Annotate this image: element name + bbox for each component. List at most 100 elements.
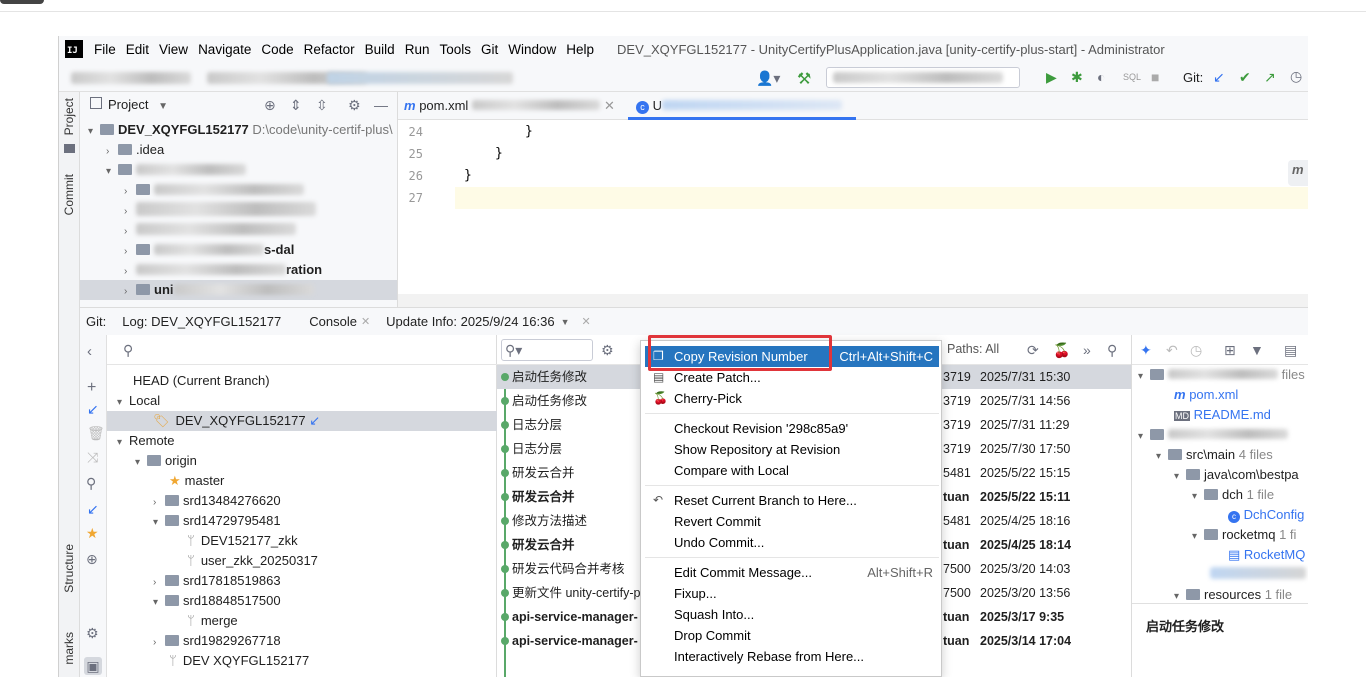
git-commit-icon[interactable]: ✔ xyxy=(1239,69,1251,86)
code-line[interactable]: } xyxy=(464,168,472,183)
back-icon[interactable]: ‹ xyxy=(87,343,92,360)
menu-navigate[interactable]: Navigate xyxy=(193,42,256,57)
menu-undo-commit[interactable]: Undo Commit... xyxy=(645,532,939,553)
commit-tool-tab[interactable]: Commit xyxy=(62,174,76,215)
branch-master[interactable]: ★ master xyxy=(169,471,224,491)
user-icon[interactable]: 👤▾ xyxy=(756,70,780,87)
menu-help[interactable]: Help xyxy=(561,42,599,57)
fetch-icon[interactable]: ↙ xyxy=(87,501,99,518)
folder-dch[interactable]: ▾ dch 1 file xyxy=(1192,485,1274,505)
bookmarks-tool-tab[interactable]: marks xyxy=(62,632,76,665)
coverage-icon[interactable]: ◐ xyxy=(1097,69,1105,85)
branch-folder[interactable]: › srd13484276620 xyxy=(153,491,281,511)
project-view-title[interactable]: Project xyxy=(108,97,148,112)
layout-icon[interactable]: ▣ xyxy=(84,657,102,675)
menu-build[interactable]: Build xyxy=(360,42,400,57)
refresh-icon[interactable]: ⟳ xyxy=(1027,342,1039,359)
changes-module[interactable]: ▾ xyxy=(1138,425,1288,445)
menu-fixup[interactable]: Fixup... xyxy=(645,583,939,604)
history-icon[interactable]: ◷ xyxy=(1290,68,1302,85)
maven-side-icon[interactable]: m xyxy=(1288,160,1308,186)
menu-drop-commit[interactable]: Drop Commit xyxy=(645,625,939,646)
tab-java-active[interactable]: c U xyxy=(628,92,856,120)
debug-icon[interactable]: ✱ xyxy=(1071,69,1083,86)
gear-icon[interactable]: ⚙ xyxy=(601,342,614,359)
tab-pom[interactable]: m pom.xml ✕ xyxy=(404,98,615,114)
menu-checkout-revision[interactable]: Checkout Revision '298c85a9' xyxy=(645,418,939,439)
editor-scrollbar[interactable] xyxy=(398,294,1308,307)
menu-cherry-pick[interactable]: 🍒 Cherry-Pick xyxy=(645,388,939,409)
sql-label[interactable]: SQL xyxy=(1123,72,1141,82)
menu-compare-local[interactable]: Compare with Local xyxy=(645,460,939,481)
branch-folder[interactable]: › srd17818519863 xyxy=(153,571,281,591)
merge-icon[interactable]: ⤨ xyxy=(87,449,98,466)
tab-update-info[interactable]: Update Info: 2025/9/24 16:36 xyxy=(386,314,554,329)
gear-icon[interactable]: ⚙ xyxy=(348,97,361,114)
close-icon[interactable]: ✕ xyxy=(582,315,591,328)
code-line[interactable]: } xyxy=(525,124,533,139)
changes-blurred-file[interactable] xyxy=(1210,565,1306,585)
branch-folder[interactable]: › srd19829267718 xyxy=(153,631,281,651)
run-config-select[interactable] xyxy=(826,67,1020,88)
build-hammer-icon[interactable]: ⚒ xyxy=(797,69,811,89)
cherry-pick-icon[interactable]: 🍒 xyxy=(1053,342,1070,359)
changes-root[interactable]: ▾ files xyxy=(1138,365,1305,385)
update-icon[interactable]: ↙ xyxy=(87,401,99,418)
tree-item-module[interactable]: ▾ xyxy=(106,160,246,180)
history-icon[interactable]: ◷ xyxy=(1190,342,1202,359)
project-tool-tab[interactable]: Project xyxy=(62,98,76,135)
menu-git[interactable]: Git xyxy=(476,42,503,57)
folder-rocketmq[interactable]: ▾ rocketmq 1 fi xyxy=(1192,525,1296,545)
file-dchconfig[interactable]: c DchConfig xyxy=(1228,505,1304,525)
menu-tools[interactable]: Tools xyxy=(434,42,476,57)
branch-head[interactable]: HEAD (Current Branch) xyxy=(133,371,270,391)
branch-folder[interactable]: ▾ srd18848517500 xyxy=(153,591,281,611)
paths-filter[interactable]: Paths: All xyxy=(947,342,999,356)
branch-item[interactable]: ᛘ DEV XQYFGL152177 xyxy=(169,651,309,671)
menu-edit-message[interactable]: Edit Commit Message... Alt+Shift+R xyxy=(645,562,939,583)
tree-item-integration[interactable]: › ration xyxy=(124,260,322,280)
git-push-icon[interactable]: ↗ xyxy=(1264,69,1276,86)
code-line[interactable]: } xyxy=(495,146,503,161)
tree-item-module-2[interactable]: › xyxy=(124,180,304,200)
tree-item-module-4[interactable]: › xyxy=(124,220,296,240)
menu-reset-branch[interactable]: ↶ Reset Current Branch to Here... xyxy=(645,490,939,511)
structure-tool-tab[interactable]: Structure xyxy=(62,544,76,593)
file-readme[interactable]: MD README.md xyxy=(1174,405,1271,425)
branch-folder[interactable]: ▾ srd14729795481 xyxy=(153,511,281,531)
close-icon[interactable]: ✕ xyxy=(604,98,615,113)
run-icon[interactable]: ▶ xyxy=(1046,69,1057,86)
expand-all-icon[interactable]: ⇕ xyxy=(290,97,302,114)
tree-item-idea[interactable]: › .idea xyxy=(106,140,164,160)
delete-icon[interactable]: 🗑 xyxy=(87,425,105,442)
menu-refactor[interactable]: Refactor xyxy=(299,42,360,57)
file-rocketmq[interactable]: ▤ RocketMQ xyxy=(1228,545,1305,565)
branch-remote-group[interactable]: ▾ Remote xyxy=(117,431,175,451)
collapse-all-icon[interactable]: ⇳ xyxy=(316,97,328,114)
add-icon[interactable]: + xyxy=(87,379,96,397)
branch-item[interactable]: ᛘ user_zkk_20250317 xyxy=(187,551,318,571)
menu-revert-commit[interactable]: Revert Commit xyxy=(645,511,939,532)
menu-view[interactable]: View xyxy=(154,42,193,57)
branch-search-box[interactable]: ⚲ xyxy=(107,335,497,365)
tab-console[interactable]: Console xyxy=(309,314,357,329)
menu-show-repository[interactable]: Show Repository at Revision xyxy=(645,439,939,460)
search-icon[interactable]: ⚲ xyxy=(86,475,96,492)
close-icon[interactable]: ✕ xyxy=(361,315,370,328)
branch-current[interactable]: 🏷 DEV_XQYFGL152177 ↙ xyxy=(107,411,497,431)
file-pom[interactable]: m pom.xml xyxy=(1174,385,1238,405)
tree-item-unity-selected[interactable]: › uni xyxy=(80,280,397,300)
tree-item-module-3[interactable]: › xyxy=(124,200,316,220)
folder-src-main[interactable]: ▾ src\main 4 files xyxy=(1156,445,1273,465)
menu-run[interactable]: Run xyxy=(400,42,435,57)
search-icon[interactable]: ⚲ xyxy=(1107,342,1117,359)
group-icon[interactable]: ⊕ xyxy=(86,551,98,568)
locate-icon[interactable]: ⊕ xyxy=(264,97,276,114)
menu-code[interactable]: Code xyxy=(256,42,298,57)
group-by-icon[interactable]: ⊞ xyxy=(1224,342,1236,359)
tree-root[interactable]: ▾ DEV_XQYFGL152177 D:\code\unity-certif-p… xyxy=(88,120,393,140)
layout-icon[interactable]: ▤ xyxy=(1284,342,1297,359)
more-icon[interactable]: » xyxy=(1083,342,1091,358)
folder-resources[interactable]: ▾ resources 1 file xyxy=(1174,585,1292,605)
branch-origin[interactable]: ▾ origin xyxy=(135,451,197,471)
